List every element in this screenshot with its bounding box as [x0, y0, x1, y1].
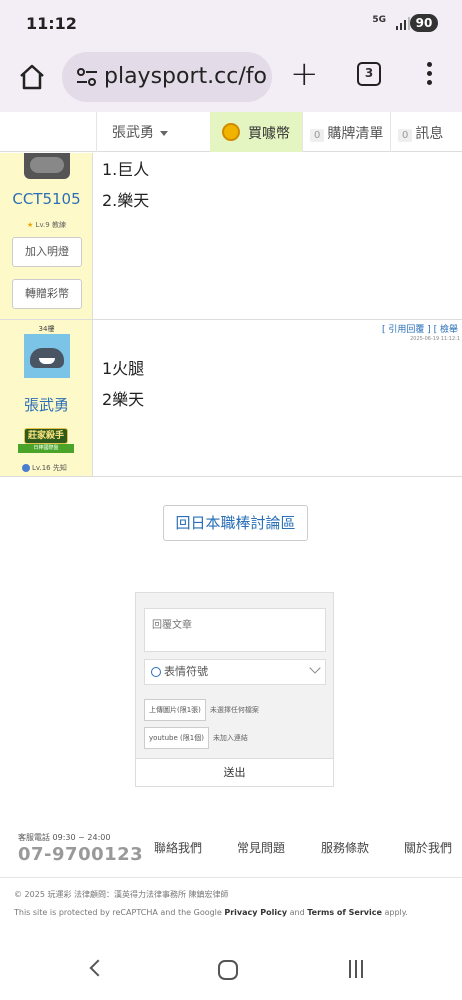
cart-label: 購牌清單: [327, 126, 384, 142]
browser-toolbar: playsport.cc/fo + 3: [0, 48, 462, 112]
gift-coins-button[interactable]: 轉贈彩幣: [12, 279, 82, 309]
caret-down-icon: [160, 130, 168, 136]
tab-switcher-button[interactable]: 3: [357, 62, 381, 86]
recaptcha-and: and: [289, 908, 305, 917]
upload-image-status: 未選擇任何檔案: [209, 706, 259, 714]
emoji-select-label: 表情符號: [164, 665, 208, 678]
status-time: 11:12: [26, 14, 77, 33]
star-icon: ★: [27, 221, 34, 229]
user-menu[interactable]: 張武勇: [112, 122, 168, 142]
floor-number: 34樓: [38, 325, 55, 333]
service-hours: 客服電話 09:30 ~ 24:00: [18, 833, 111, 842]
cart-count: 0: [310, 129, 325, 142]
recent-apps-icon[interactable]: [349, 960, 367, 980]
badge-title: 莊家殺手: [24, 428, 68, 444]
follow-button[interactable]: 加入明燈: [12, 237, 82, 267]
post-author-panel: CCT5105 ★ Lv.9 教練 加入明燈 轉贈彩幣: [0, 153, 93, 319]
chevron-down-icon: [309, 662, 321, 674]
recaptcha-apply: apply.: [384, 908, 408, 917]
post-author-panel: 34樓 張武勇 莊家殺手 日棒國際盤 Lv.16 先知: [0, 320, 93, 476]
more-menu-icon[interactable]: [424, 62, 434, 88]
author-name[interactable]: CCT5105: [0, 190, 93, 208]
recaptcha-notice: This site is protected by reCAPTCHA and …: [14, 908, 408, 917]
post-line: 2樂天: [102, 390, 145, 409]
youtube-link-button[interactable]: youtube (限1個): [144, 727, 209, 749]
post-body: 1火腿 2樂天: [102, 353, 144, 415]
footer-link-contact[interactable]: 聯絡我們: [154, 839, 202, 856]
youtube-status: 未加入連結: [212, 734, 248, 742]
messages-link[interactable]: 0 訊息: [398, 123, 443, 143]
title-badge: 莊家殺手 日棒國際盤: [18, 428, 74, 458]
buy-coins-label: 買噱幣: [248, 126, 290, 142]
badge-subtitle: 日棒國際盤: [18, 444, 74, 453]
battery-icon: 90: [410, 14, 438, 32]
site-nav: 張武勇 買噱幣 0 購牌清單 0 訊息: [0, 112, 462, 152]
back-to-board-button[interactable]: 回日本職棒討論區: [163, 505, 308, 541]
buy-coins-button[interactable]: 買噱幣: [210, 112, 302, 152]
msg-count: 0: [398, 129, 413, 142]
post-line: 1火腿: [102, 359, 145, 378]
reply-form: 表情符號 上傳圖片(限1張)未選擇任何檔案 youtube (限1個)未加入連結…: [135, 592, 334, 787]
post-actions: [ 引用回覆 ] [ 檢舉: [382, 322, 458, 335]
forum-post: 34樓 張武勇 莊家殺手 日棒國際盤 Lv.16 先知 [ 引用回覆 ] [ 檢…: [0, 320, 462, 477]
user-menu-label: 張武勇: [112, 125, 154, 141]
reply-textarea[interactable]: [144, 608, 326, 652]
footer-link-about[interactable]: 關於我們: [404, 839, 452, 856]
url-text: playsport.cc/fo: [104, 64, 267, 89]
submit-button[interactable]: 送出: [136, 758, 333, 786]
post-body: 1.巨人 2.樂天: [102, 154, 149, 216]
coin-icon: [222, 123, 240, 141]
report-link[interactable]: [ 檢舉: [434, 325, 458, 335]
level-icon: [22, 464, 30, 472]
emoji-select[interactable]: 表情符號: [144, 659, 326, 685]
post-line: 1.巨人: [102, 160, 150, 179]
forum-post: CCT5105 ★ Lv.9 教練 加入明燈 轉贈彩幣 1.巨人 2.樂天: [0, 153, 462, 320]
status-bar: 11:12 5G 90: [0, 0, 462, 48]
nav-divider: [302, 112, 303, 152]
network-indicator: 5G: [372, 15, 386, 25]
nav-divider: [96, 112, 97, 152]
youtube-row: youtube (限1個) 未加入連結: [144, 727, 248, 749]
url-bar[interactable]: playsport.cc/fo: [62, 52, 272, 102]
copyright: © 2025 玩運彩 法律顧問：漢英得力法律事務所 陳鎮宏律師: [14, 890, 229, 899]
footer-link-terms[interactable]: 服務條款: [321, 839, 369, 856]
system-nav-bar: [0, 940, 462, 1000]
home-icon[interactable]: [18, 63, 46, 91]
messages-label: 訊息: [415, 126, 444, 142]
author-level: ★ Lv.9 教練: [0, 220, 93, 230]
privacy-policy-link[interactable]: Privacy Policy: [224, 908, 287, 917]
recaptcha-prefix: This site is protected by reCAPTCHA and …: [14, 908, 222, 917]
image-upload-row: 上傳圖片(限1張) 未選擇任何檔案: [144, 699, 259, 721]
author-level-label: Lv.16 先知: [32, 464, 67, 472]
site-settings-icon[interactable]: [76, 67, 98, 87]
footer: 客服電話 09:30 ~ 24:00 07-9700123 聯絡我們 常見問題 …: [0, 820, 462, 878]
cart-link[interactable]: 0 購牌清單: [310, 123, 383, 143]
author-level-label: Lv.9 教練: [35, 221, 66, 229]
home-circle-icon[interactable]: [218, 960, 238, 980]
back-icon[interactable]: [89, 959, 107, 977]
terms-link[interactable]: Terms of Service: [307, 908, 382, 917]
service-phone: 07-9700123: [18, 844, 144, 865]
nav-divider: [390, 112, 391, 152]
author-name[interactable]: 張武勇: [0, 394, 93, 415]
author-level: Lv.16 先知: [22, 463, 67, 473]
avatar[interactable]: [24, 334, 70, 378]
quote-reply-link[interactable]: [ 引用回覆 ]: [382, 325, 431, 335]
footer-link-faq[interactable]: 常見問題: [237, 839, 285, 856]
post-timestamp: 2025-06-19 11:12:1: [410, 336, 460, 342]
post-line: 2.樂天: [102, 191, 150, 210]
avatar[interactable]: [24, 153, 70, 179]
smiley-icon: [151, 667, 161, 677]
new-tab-icon[interactable]: +: [290, 56, 319, 92]
upload-image-button[interactable]: 上傳圖片(限1張): [144, 699, 206, 721]
